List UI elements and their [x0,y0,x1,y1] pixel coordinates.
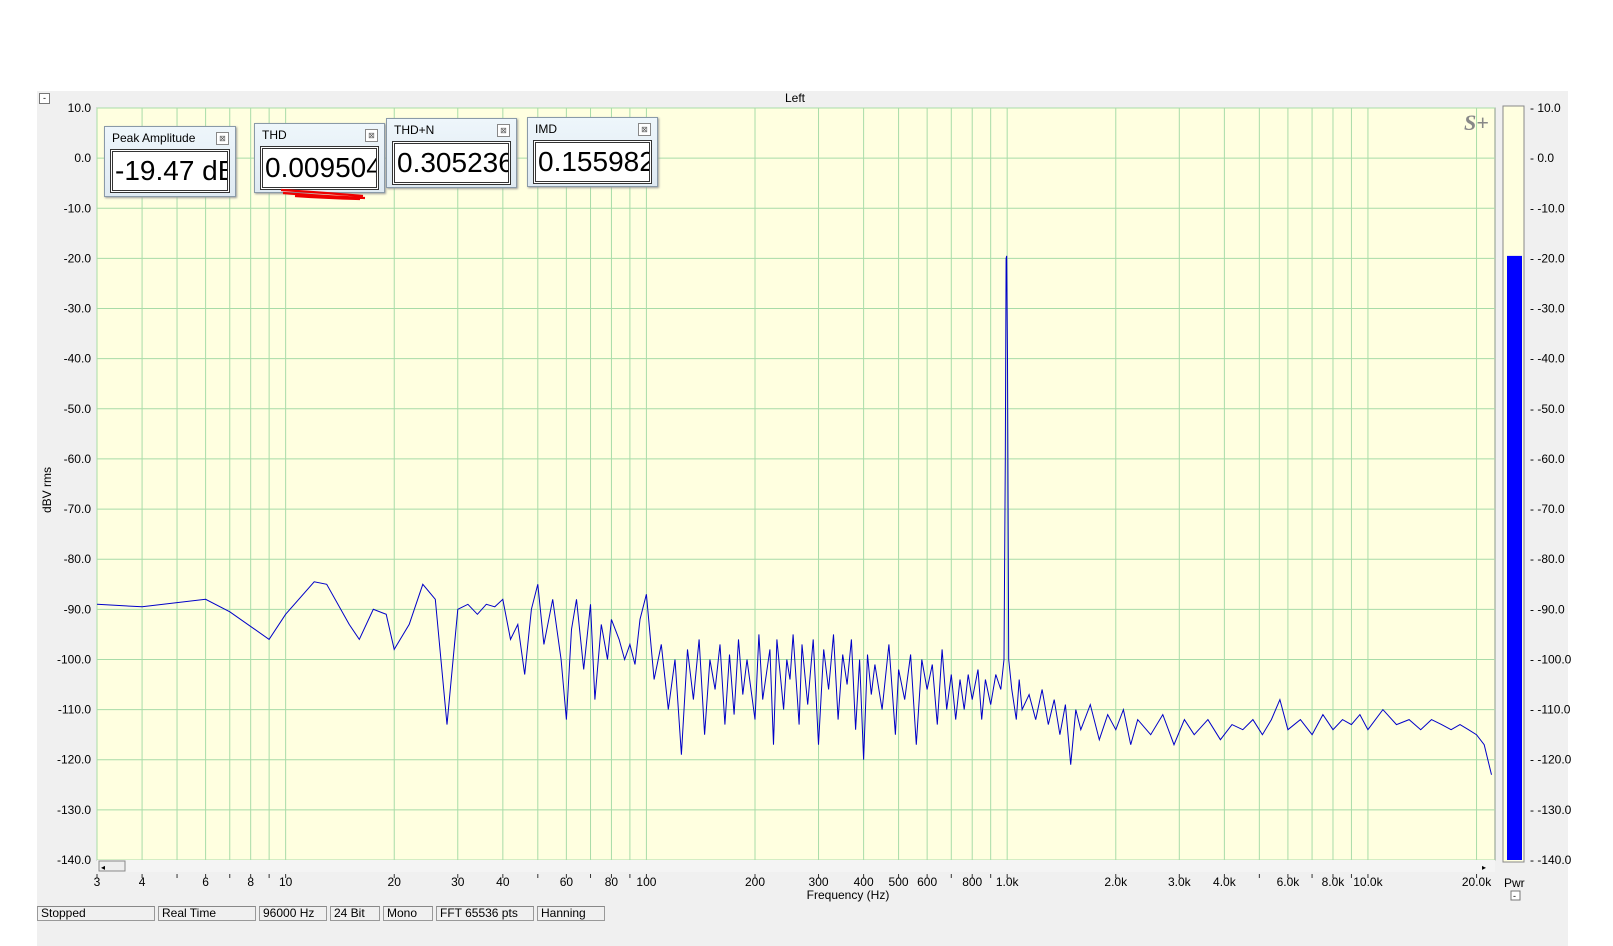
y-tick-label: -30.0 [64,302,92,316]
scroll-right-icon: ▸ [1482,863,1486,872]
y-tick-label: -50.0 [64,402,92,416]
meter-tick-label: - 0.0 [1530,151,1554,165]
status-channels: Mono [383,906,433,921]
logo: S+ [1464,110,1489,135]
meter-value: -19.47 dB [110,149,230,193]
thd-n-meter[interactable]: THD+N ⊠ 0.305236 [386,118,517,188]
meter-tick-label: - -100.0 [1530,652,1572,666]
x-tick-label: 800 [962,875,982,889]
meter-tick-label: - -60.0 [1530,452,1565,466]
x-tick-label: 1.0k [996,875,1020,889]
meter-tick-label: - -90.0 [1530,602,1565,616]
meter-label: IMD [535,122,557,136]
y-tick-label: -80.0 [64,552,92,566]
y-tick-label: -40.0 [64,352,92,366]
x-tick-label: 8.0k [1322,875,1346,889]
x-tick-label: 80 [605,875,619,889]
x-tick-label: 30 [451,875,465,889]
y-tick-label: -140.0 [57,853,91,867]
imd-meter[interactable]: IMD ⊠ 0.155982 [527,117,658,187]
y-tick-label: -130.0 [57,803,91,817]
meter-collapse-label: - [1513,891,1516,901]
x-tick-label: 6 [202,875,209,889]
x-tick-label: 300 [809,875,829,889]
status-bar: Stopped Real Time 96000 Hz 24 Bit Mono F… [37,906,608,921]
meter-tick-label: - -40.0 [1530,352,1565,366]
red-annotation-underline [280,188,366,201]
y-tick-label: -60.0 [64,452,92,466]
x-tick-label: 10 [279,875,293,889]
x-tick-label: 20.0k [1462,875,1492,889]
status-bit-depth: 24 Bit [330,906,380,921]
meter-tick-label: - -20.0 [1530,251,1565,265]
x-tick-label: 2.0k [1104,875,1128,889]
chart-title: Left [784,91,805,105]
y-tick-label: -90.0 [64,602,92,616]
x-tick-label: 40 [496,875,510,889]
y-axis-label: dBV rms [40,467,54,513]
power-meter-label: Pwr [1504,876,1525,890]
y-tick-label: -10.0 [64,201,92,215]
y-tick-label: 10.0 [68,101,92,115]
x-tick-label: 6.0k [1277,875,1301,889]
x-tick-label: 60 [560,875,574,889]
x-tick-label: 3 [94,875,101,889]
x-tick-label: 20 [388,875,402,889]
meter-tick-label: - -120.0 [1530,753,1572,767]
meter-tick-label: - -130.0 [1530,803,1572,817]
meter-tick-label: - -80.0 [1530,552,1565,566]
y-tick-label: -110.0 [58,703,91,717]
y-tick-label: -70.0 [64,502,92,516]
meter-value: 0.155982 [533,140,652,184]
horizontal-scrollbar[interactable] [97,860,1495,872]
meter-tick-label: - -110.0 [1530,703,1571,717]
meter-tick-label: - -140.0 [1530,853,1572,867]
spectrum-chart: 10.0 - 10.0 0.0 - 0.0 -10.0 - -10.0 -20.0 - -20… [40,101,1572,902]
x-tick-label: 4 [139,875,146,889]
thd-meter[interactable]: THD ⊠ 0.009504 [254,123,385,193]
y-tick-label: -20.0 [64,251,92,265]
y-tick-label: -120.0 [57,753,91,767]
x-tick-label: 600 [917,875,937,889]
meter-value: 0.305236 [392,141,511,185]
power-meter-bar [1507,255,1522,861]
close-icon[interactable]: ⊠ [638,123,651,136]
x-tick-label: 100 [636,875,656,889]
meter-label: THD+N [394,123,435,137]
meter-label: Peak Amplitude [112,131,196,145]
scroll-left-icon: ◂ [101,863,105,872]
status-fft-size: FFT 65536 pts [436,906,534,921]
close-icon[interactable]: ⊠ [497,124,510,137]
status-state: Stopped [37,906,155,921]
x-tick-label: 10.0k [1353,875,1383,889]
y-tick-label: 0.0 [74,151,91,165]
meter-tick-label: - -50.0 [1530,402,1565,416]
x-tick-label: 400 [854,875,874,889]
y-tick-label: -100.0 [57,652,91,666]
x-tick-label: 200 [745,875,765,889]
close-icon[interactable]: ⊠ [365,129,378,142]
x-tick-label: 4.0k [1213,875,1237,889]
meter-label: THD [262,128,287,142]
x-tick-label: 8 [247,875,254,889]
meter-value: 0.009504 [260,146,379,190]
x-axis-label: Frequency (Hz) [807,888,890,902]
meter-tick-label: - -70.0 [1530,502,1565,516]
collapse-button[interactable]: - [39,93,50,104]
meter-tick-label: - -10.0 [1530,201,1565,215]
meter-tick-label: - -30.0 [1530,302,1565,316]
x-tick-label: 3.0k [1168,875,1192,889]
plot-area [96,107,1496,861]
meter-tick-label: - 10.0 [1530,101,1561,115]
peak-amplitude-meter[interactable]: Peak Amplitude ⊠ -19.47 dB [104,126,236,197]
status-mode: Real Time [158,906,256,921]
status-window: Hanning [537,906,605,921]
x-tick-label: 500 [889,875,909,889]
close-icon[interactable]: ⊠ [216,132,229,145]
status-sample-rate: 96000 Hz [259,906,327,921]
